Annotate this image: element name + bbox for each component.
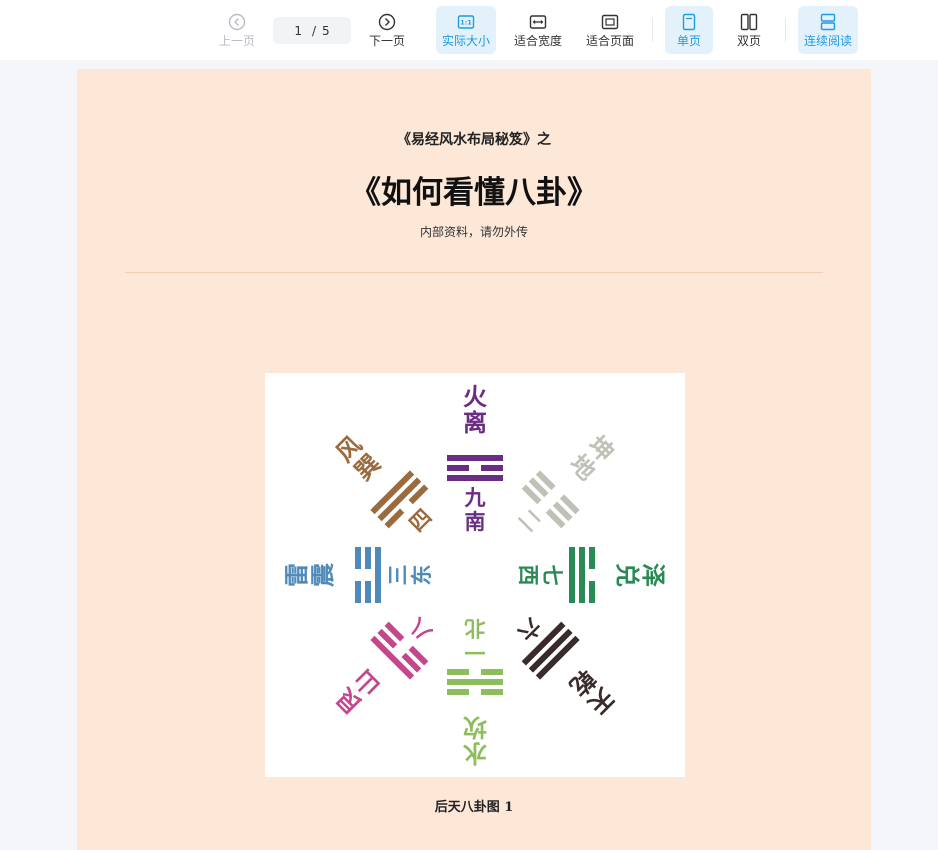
current-page: 1 bbox=[294, 23, 302, 38]
double-page-icon bbox=[740, 13, 758, 31]
single-page-button[interactable]: 单页 bbox=[665, 6, 713, 54]
trigram-line-broken bbox=[355, 581, 361, 603]
fit-page-icon bbox=[601, 14, 619, 30]
trigram-number-char: 四 bbox=[405, 505, 437, 537]
trigram-number-char: 六 bbox=[514, 614, 546, 646]
trigram-number-char: 二 bbox=[514, 505, 546, 537]
bagua-diagram: 火离九南坤地二泽兑七西天乾六水坎一北艮山八雷震三东风巽四 bbox=[283, 383, 667, 767]
trigram-line-broken bbox=[447, 689, 469, 695]
trigram-name-char: 火 bbox=[463, 383, 487, 411]
trigram-line-broken bbox=[355, 547, 361, 569]
trigram-number-char: 南 bbox=[465, 510, 486, 534]
next-page-button[interactable]: 下一页 bbox=[362, 6, 412, 54]
single-page-icon bbox=[682, 13, 696, 31]
trigram-number-char: 七 bbox=[540, 565, 564, 586]
chevron-left-circle-icon bbox=[228, 13, 246, 31]
trigram-group: 天乾六 bbox=[514, 614, 620, 720]
double-page-label: 双页 bbox=[736, 34, 761, 48]
fit-page-button[interactable]: 适合页面 bbox=[580, 6, 640, 54]
trigram-line-broken bbox=[365, 581, 371, 603]
trigram-number-char: 东 bbox=[410, 565, 434, 586]
trigram-line-solid bbox=[579, 547, 585, 603]
trigram-line-solid bbox=[569, 547, 575, 603]
document-page: 《易经风水布局秘笈》之 《如何看懂八卦》 内部资料，请勿外传 火离九南坤地二泽兑… bbox=[77, 69, 871, 850]
trigram-line-broken bbox=[481, 465, 503, 471]
trigram-line-solid bbox=[447, 679, 503, 685]
trigram-name-char: 兑 bbox=[613, 563, 641, 587]
double-page-button[interactable]: 双页 bbox=[725, 6, 773, 54]
total-pages: 5 bbox=[322, 23, 330, 38]
continuous-reading-label: 连续阅读 bbox=[803, 34, 852, 48]
actual-size-icon-text: 1:1 bbox=[460, 19, 472, 27]
fit-width-button[interactable]: 适合宽度 bbox=[508, 6, 568, 54]
trigram-group: 艮山八 bbox=[330, 613, 437, 719]
next-page-label: 下一页 bbox=[368, 34, 405, 48]
single-page-label: 单页 bbox=[676, 34, 701, 48]
prev-page-button[interactable]: 上一页 bbox=[212, 6, 262, 54]
trigram-name-char: 震 bbox=[309, 562, 337, 587]
trigram-group: 火离九南 bbox=[447, 383, 503, 534]
trigram-group: 泽兑 七西 bbox=[516, 547, 667, 603]
trigram-number-char: 西 bbox=[516, 565, 540, 586]
figure-caption: 后天八卦图 1 bbox=[434, 800, 514, 815]
trigram-number-char: 北 bbox=[465, 616, 486, 640]
trigram-line-broken bbox=[481, 689, 503, 695]
toolbar-divider bbox=[785, 18, 786, 42]
chevron-right-circle-icon bbox=[378, 13, 396, 31]
prev-page-label: 上一页 bbox=[218, 34, 255, 48]
trigram-number-char: 九 bbox=[464, 486, 486, 510]
trigram-number-char: 一 bbox=[465, 640, 486, 664]
fit-width-label: 适合宽度 bbox=[513, 34, 562, 48]
actual-size-label: 实际大小 bbox=[441, 34, 490, 48]
trigram-name-char: 泽 bbox=[639, 563, 667, 587]
fit-width-icon bbox=[529, 15, 547, 29]
trigram-line-broken bbox=[589, 581, 595, 603]
trigram-group: 水坎一北 bbox=[447, 616, 503, 767]
trigram-line-broken bbox=[447, 669, 469, 675]
trigram-group: 雷震 三东 bbox=[283, 547, 434, 603]
trigram-group: 风巽四 bbox=[331, 431, 437, 537]
document-note: 内部资料，请勿外传 bbox=[419, 225, 528, 239]
trigram-group: 坤地二 bbox=[514, 431, 620, 537]
viewer-toolbar: 上一页 1 / 5 下一页 1:1 实际大小 适合宽度 适合页面 单页 双页 连… bbox=[0, 0, 938, 60]
trigram-line-broken bbox=[481, 669, 503, 675]
section-divider bbox=[125, 272, 823, 273]
trigram-name-char: 雷 bbox=[283, 563, 311, 587]
page-number-input[interactable]: 1 / 5 bbox=[273, 17, 351, 44]
toolbar-divider bbox=[652, 18, 653, 42]
actual-size-icon: 1:1 bbox=[457, 15, 475, 29]
trigram-line-broken bbox=[589, 547, 595, 569]
trigram-line-broken bbox=[447, 465, 469, 471]
page-separator: / bbox=[311, 23, 317, 38]
document-title: 《如何看懂八卦》 bbox=[350, 175, 598, 211]
trigram-name-char: 水 bbox=[462, 739, 487, 767]
trigram-name-char: 离 bbox=[463, 409, 487, 437]
trigram-number-char: 八 bbox=[404, 613, 437, 646]
trigram-name-char: 坎 bbox=[463, 713, 487, 741]
continuous-reading-button[interactable]: 连续阅读 bbox=[798, 6, 858, 54]
trigram-line-broken bbox=[365, 547, 371, 569]
fit-page-label: 适合页面 bbox=[585, 34, 634, 48]
trigram-line-solid bbox=[447, 475, 503, 481]
trigram-line-solid bbox=[447, 455, 503, 461]
bagua-figure: 火离九南坤地二泽兑七西天乾六水坎一北艮山八雷震三东风巽四 bbox=[265, 373, 685, 777]
trigram-number-char: 三 bbox=[386, 565, 410, 586]
document-subtitle: 《易经风水布局秘笈》之 bbox=[397, 132, 551, 148]
trigram-line-solid bbox=[375, 547, 381, 603]
continuous-reading-icon bbox=[820, 13, 836, 31]
actual-size-button[interactable]: 1:1 实际大小 bbox=[436, 6, 496, 54]
